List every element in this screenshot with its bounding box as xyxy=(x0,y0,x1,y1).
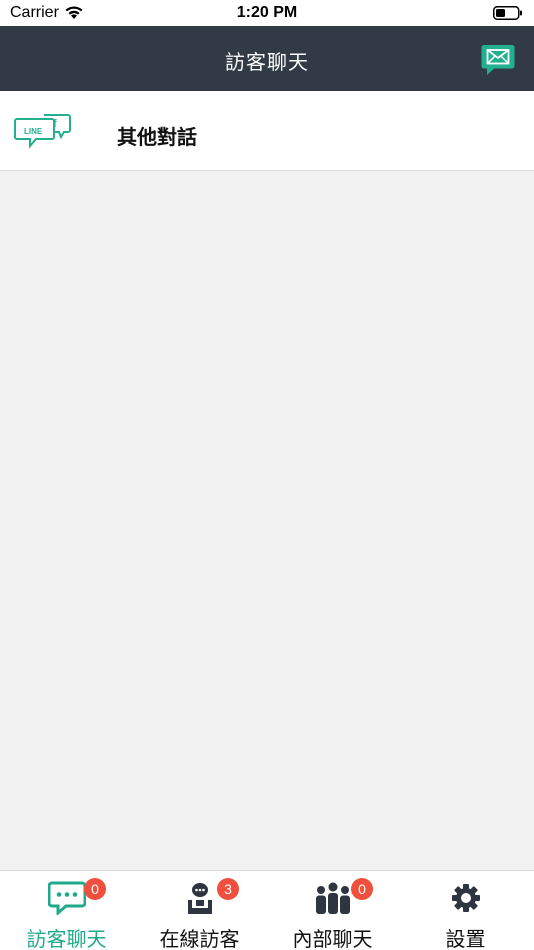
mail-icon xyxy=(481,45,515,75)
svg-text:LINE: LINE xyxy=(24,127,43,136)
line-facebook-chat-icon: f LINE xyxy=(14,113,72,156)
nav-bar: 訪客聊天 xyxy=(0,26,534,91)
conversation-list-empty xyxy=(0,172,534,870)
tab-internal-chat[interactable]: 0 內部聊天 xyxy=(266,871,399,950)
page-title: 訪客聊天 xyxy=(225,52,309,74)
unread-badge: 0 xyxy=(351,878,373,900)
list-item-label: 其他對話 xyxy=(117,127,197,149)
tab-online-visitors[interactable]: 3 在線訪客 xyxy=(133,871,266,950)
unread-badge: 0 xyxy=(84,878,106,900)
online-count-badge: 3 xyxy=(217,878,239,900)
clock: 1:20 PM xyxy=(236,4,298,21)
tab-bar: 0 訪客聊天 3 在線訪客 0 內部聊天 設置 xyxy=(0,870,534,950)
tab-label: 設置 xyxy=(445,929,486,950)
tab-label: 內部聊天 xyxy=(292,929,373,950)
tab-label: 在線訪客 xyxy=(159,929,240,950)
gear-icon xyxy=(399,881,532,917)
list-item[interactable]: f LINE 其他對話 xyxy=(0,91,534,171)
tab-visitor-chat[interactable]: 0 訪客聊天 xyxy=(0,871,133,950)
online-visitor-icon xyxy=(133,881,266,917)
chat-bubble-icon xyxy=(0,881,133,917)
tab-settings[interactable]: 設置 xyxy=(399,871,532,950)
group-icon xyxy=(266,881,399,917)
mail-button[interactable] xyxy=(481,44,515,76)
battery-icon xyxy=(493,6,523,25)
status-bar: Carrier 1:20 PM xyxy=(0,0,534,26)
tab-label: 訪客聊天 xyxy=(26,929,107,950)
